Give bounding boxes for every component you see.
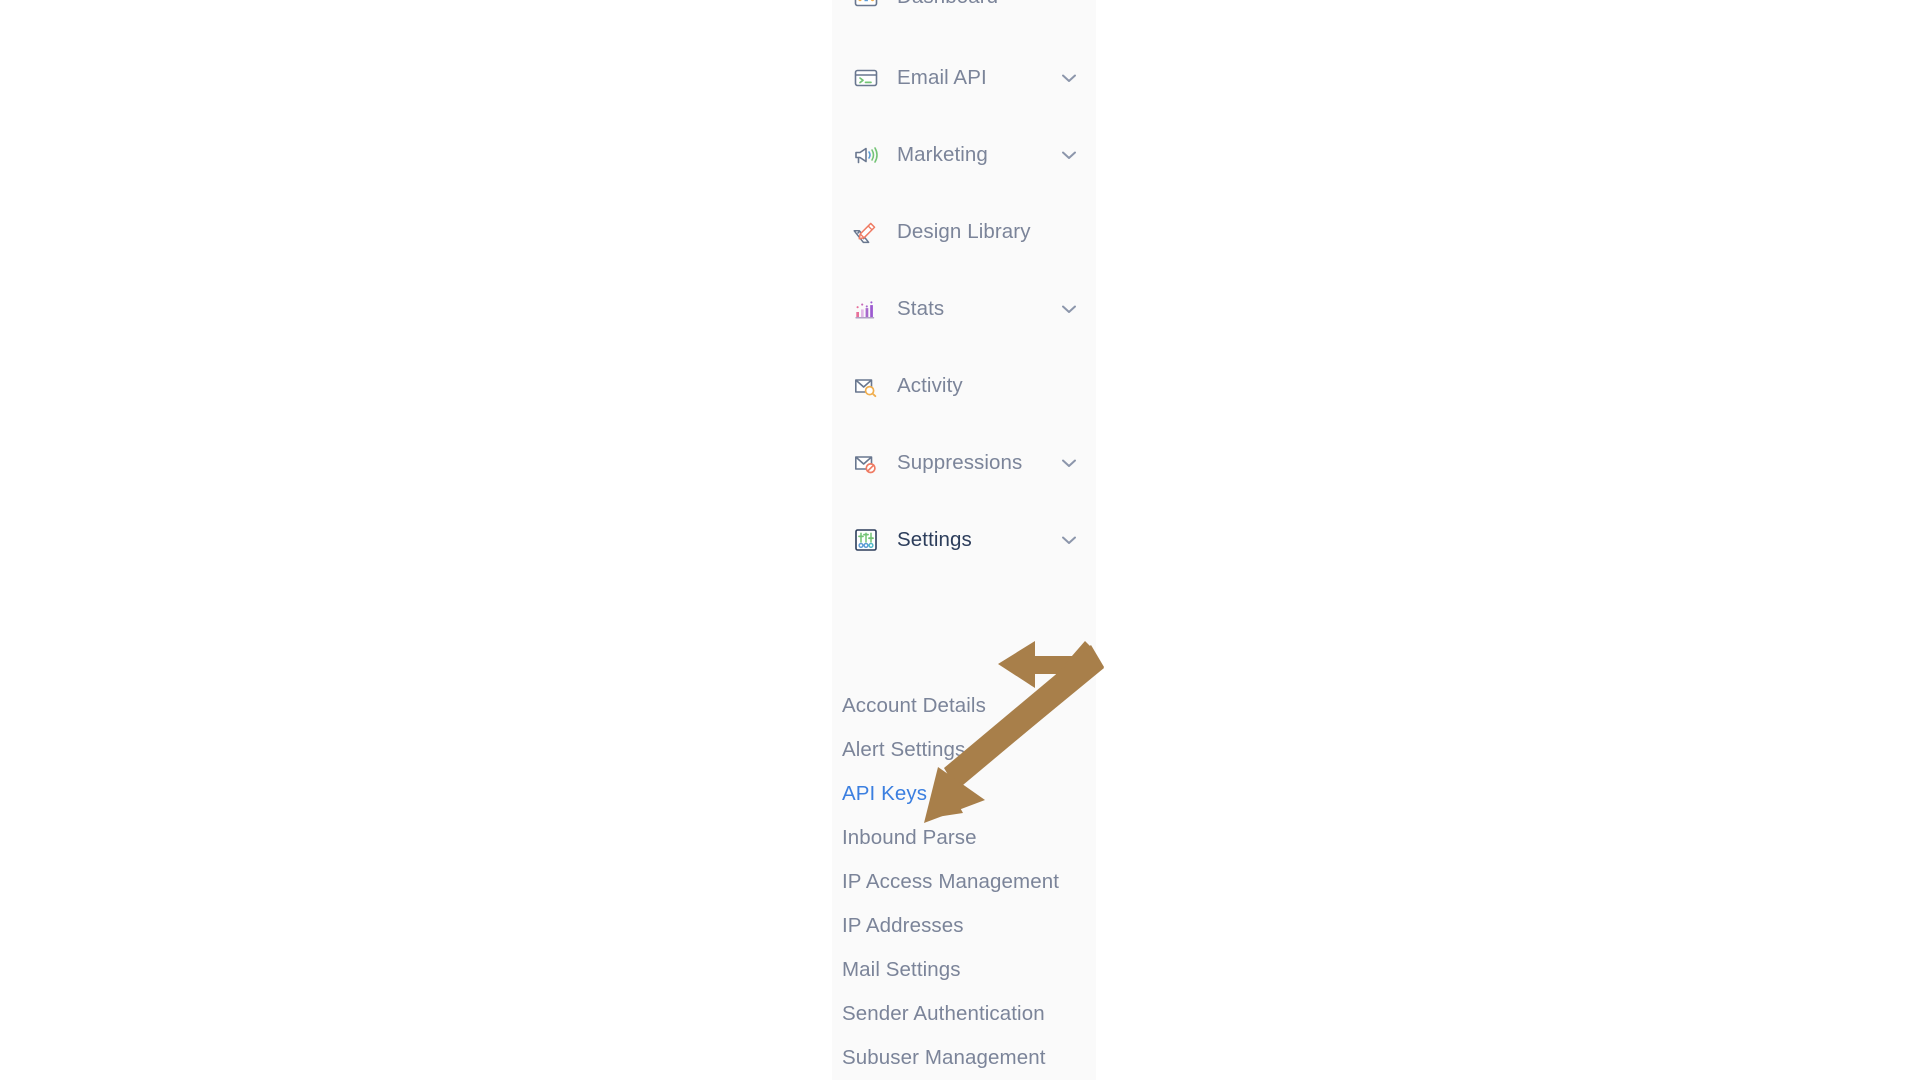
sidebar-subitem-api-keys[interactable]: API Keys — [832, 776, 1096, 812]
screenshot-root: Dashboard Email API — [0, 0, 1920, 1080]
sidebar-subitem-ip-access-management[interactable]: IP Access Management — [832, 864, 1096, 900]
sidebar-item-suppressions[interactable]: Suppressions — [832, 440, 1096, 486]
sidebar-item-email-api[interactable]: Email API — [832, 55, 1096, 101]
chevron-down-icon[interactable] — [1062, 533, 1076, 547]
chevron-down-icon[interactable] — [1062, 456, 1076, 470]
sidebar-item-label: Settings — [897, 528, 972, 551]
envelope-search-icon — [851, 371, 881, 401]
pencil-ruler-icon — [851, 217, 881, 247]
sidebar-subitem-label: IP Access Management — [842, 870, 1059, 893]
sidebar-item-label: Stats — [897, 297, 945, 320]
sidebar-subitem-label: Subuser Management — [842, 1046, 1046, 1069]
sidebar-subitem-label: Alert Settings — [842, 738, 966, 761]
sidebar-subitem-label: Mail Settings — [842, 958, 961, 981]
primary-sidebar: Dashboard Email API — [832, 0, 1096, 1080]
sidebar-subitem-inbound-parse[interactable]: Inbound Parse — [832, 820, 1096, 856]
sidebar-subitem-label: Inbound Parse — [842, 826, 977, 849]
envelope-blocked-icon — [851, 448, 881, 478]
chevron-down-icon[interactable] — [1062, 148, 1076, 162]
sidebar-subitem-label: IP Addresses — [842, 914, 964, 937]
sidebar-item-dashboard[interactable]: Dashboard — [832, 0, 1096, 20]
sidebar-item-stats[interactable]: Stats — [832, 286, 1096, 332]
sidebar-item-design-library[interactable]: Design Library — [832, 209, 1096, 255]
sidebar-subitem-label: Account Details — [842, 694, 986, 717]
sidebar-item-label: Email API — [897, 66, 987, 89]
sidebar-subitem-mail-settings[interactable]: Mail Settings — [832, 952, 1096, 988]
sidebar-item-label: Design Library — [897, 220, 1031, 243]
sidebar-item-label: Activity — [897, 374, 963, 397]
sidebar-item-marketing[interactable]: Marketing — [832, 132, 1096, 178]
sliders-icon — [851, 525, 881, 555]
sidebar-item-settings[interactable]: Settings — [832, 517, 1096, 563]
sidebar-subitem-label: API Keys — [842, 782, 928, 805]
sidebar-item-activity[interactable]: Activity — [832, 363, 1096, 409]
sidebar-item-label: Marketing — [897, 143, 988, 166]
chevron-down-icon[interactable] — [1062, 71, 1076, 85]
bar-chart-icon — [851, 294, 881, 324]
terminal-icon — [851, 63, 881, 93]
sidebar-subitem-account-details[interactable]: Account Details — [832, 688, 1096, 724]
sidebar-item-label: Suppressions — [897, 451, 1023, 474]
dashboard-icon — [851, 0, 881, 12]
megaphone-icon — [851, 140, 881, 170]
sidebar-subitem-label: Sender Authentication — [842, 1002, 1045, 1025]
sidebar-subitem-sender-authentication[interactable]: Sender Authentication — [832, 996, 1096, 1032]
sidebar-subitem-ip-addresses[interactable]: IP Addresses — [832, 908, 1096, 944]
chevron-down-icon[interactable] — [1062, 302, 1076, 316]
sidebar-item-label: Dashboard — [897, 0, 998, 9]
sidebar-subitem-subuser-management[interactable]: Subuser Management — [832, 1040, 1096, 1076]
sidebar-subitem-alert-settings[interactable]: Alert Settings — [832, 732, 1096, 768]
settings-submenu: Account Details Alert Settings API Keys … — [832, 688, 1096, 1076]
